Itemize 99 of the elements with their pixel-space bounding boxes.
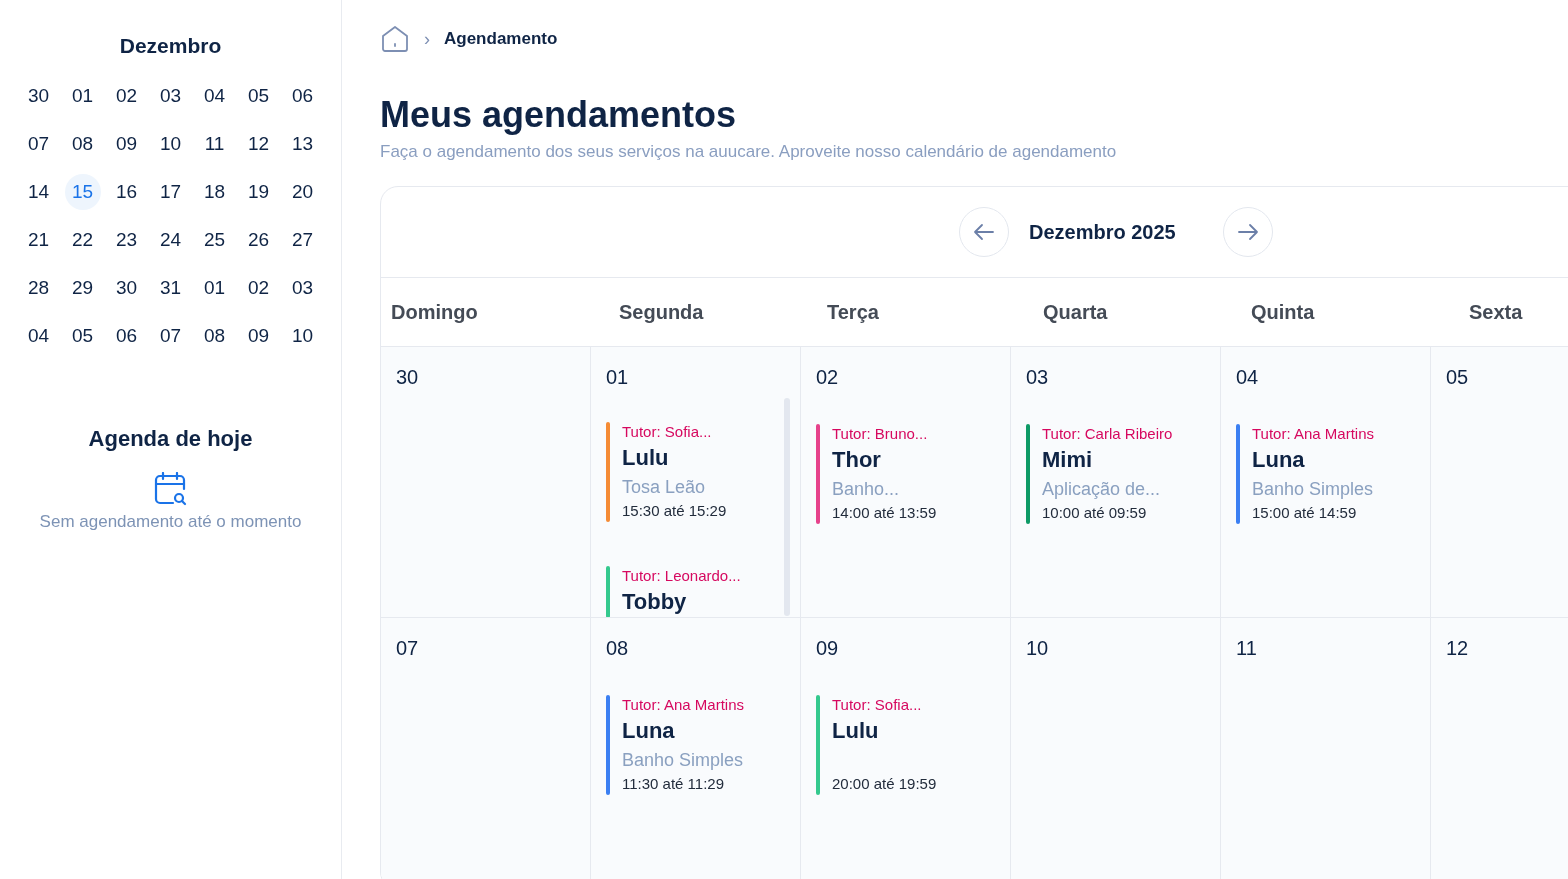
day-number: 11 bbox=[1236, 636, 1258, 660]
page-subtitle: Faça o agendamento dos seus serviços na auucare. Aproveite nosso calendário de agendamento bbox=[380, 142, 1118, 162]
calendar-day[interactable]: 28 bbox=[20, 270, 57, 306]
tutor-name: Tutor: Sofia... bbox=[622, 422, 713, 442]
day-number: 07 bbox=[396, 636, 420, 660]
calendar-day[interactable]: 07 bbox=[152, 318, 189, 354]
page-title: Meus agendamentos bbox=[380, 94, 738, 136]
calendar-day[interactable]: 04 bbox=[20, 318, 57, 354]
day-number: 01 bbox=[606, 365, 630, 389]
service-name: Banho Simples bbox=[1252, 478, 1374, 501]
weekday-header: Terça bbox=[826, 299, 880, 325]
pet-name: Luna bbox=[1252, 446, 1306, 474]
day-number: 03 bbox=[1026, 365, 1050, 389]
arrow-left-icon bbox=[973, 223, 995, 241]
tutor-name: Tutor: Carla Ribeiro bbox=[1042, 424, 1173, 444]
calendar-day[interactable]: 27 bbox=[284, 222, 321, 258]
previous-month-button[interactable] bbox=[959, 207, 1009, 257]
calendar-day[interactable]: 17 bbox=[152, 174, 189, 210]
service-name: Aplicação de... bbox=[1042, 478, 1162, 501]
calendar-day[interactable]: 30 bbox=[108, 270, 145, 306]
calendar-day[interactable]: 16 bbox=[108, 174, 145, 210]
calendar-day[interactable]: 04 bbox=[196, 78, 233, 114]
calendar-search-icon bbox=[152, 472, 189, 506]
weekday-header: Sexta bbox=[1468, 299, 1524, 325]
service-name: Banho... bbox=[832, 478, 901, 501]
calendar-day[interactable]: 12 bbox=[240, 126, 277, 162]
calendar-day[interactable]: 03 bbox=[284, 270, 321, 306]
calendar-day[interactable]: 20 bbox=[284, 174, 321, 210]
weekday-header: Quarta bbox=[1042, 299, 1109, 325]
day-number: 08 bbox=[606, 636, 630, 660]
calendar-day[interactable]: 22 bbox=[64, 222, 101, 258]
breadcrumb-item[interactable]: Agendamento bbox=[444, 29, 558, 49]
calendar-day[interactable]: 31 bbox=[152, 270, 189, 306]
home-icon[interactable] bbox=[380, 25, 410, 53]
tutor-name: Tutor: Ana Martins bbox=[1252, 424, 1374, 444]
calendar-day[interactable]: 05 bbox=[240, 78, 277, 114]
pet-name: Lulu bbox=[622, 444, 670, 472]
day-number: 09 bbox=[816, 636, 840, 660]
month-title: Dezembro bbox=[119, 34, 222, 58]
calendar-day[interactable]: 06 bbox=[284, 78, 321, 114]
weekday-header: Domingo bbox=[390, 299, 479, 325]
calendar-day[interactable]: 08 bbox=[64, 126, 101, 162]
weekday-header: Quinta bbox=[1250, 299, 1316, 325]
calendar-day[interactable]: 18 bbox=[196, 174, 233, 210]
time-range: 15:00 até 14:59 bbox=[1252, 503, 1358, 523]
tutor-name: Tutor: Sofia... bbox=[832, 695, 923, 715]
day-number: 02 bbox=[816, 365, 840, 389]
calendar-day[interactable]: 24 bbox=[152, 222, 189, 258]
service-name: Tosa Leão bbox=[622, 476, 707, 499]
calendar-day[interactable]: 07 bbox=[20, 126, 57, 162]
pet-name: Thor bbox=[832, 446, 882, 474]
next-month-button[interactable] bbox=[1223, 207, 1273, 257]
time-range: 20:00 até 19:59 bbox=[832, 774, 937, 794]
day-number: 30 bbox=[396, 365, 420, 389]
calendar-day[interactable]: 08 bbox=[196, 318, 233, 354]
calendar-day[interactable]: 10 bbox=[152, 126, 189, 162]
empty-message: Sem agendamento até o momento bbox=[39, 512, 302, 532]
calendar-day[interactable]: 30 bbox=[20, 78, 57, 114]
calendar-day[interactable]: 21 bbox=[20, 222, 57, 258]
month-label: Dezembro 2025 bbox=[1029, 220, 1177, 244]
calendar-day[interactable]: 25 bbox=[196, 222, 233, 258]
calendar-day[interactable]: 01 bbox=[196, 270, 233, 306]
calendar-day[interactable]: 03 bbox=[152, 78, 189, 114]
tutor-name: Tutor: Bruno... bbox=[832, 424, 929, 444]
day-number: 12 bbox=[1446, 636, 1470, 660]
calendar-day[interactable]: 02 bbox=[240, 270, 277, 306]
weekday-header: Segunda bbox=[618, 299, 705, 325]
calendar-day[interactable]: 09 bbox=[108, 126, 145, 162]
day-number: 05 bbox=[1446, 365, 1470, 389]
pet-name: Mimi bbox=[1042, 446, 1094, 474]
breadcrumb-separator: › bbox=[424, 28, 430, 50]
calendar-day[interactable]: 01 bbox=[64, 78, 101, 114]
day-number: 10 bbox=[1026, 636, 1050, 660]
arrow-right-icon bbox=[1237, 223, 1259, 241]
tutor-name: Tutor: Leonardo... bbox=[622, 566, 741, 586]
time-range: 11:30 até 11:29 bbox=[622, 774, 726, 794]
pet-name: Tobby bbox=[622, 588, 688, 616]
calendar-day[interactable]: 09 bbox=[240, 318, 277, 354]
calendar-day[interactable]: 15 bbox=[64, 174, 101, 210]
calendar-day[interactable]: 10 bbox=[284, 318, 321, 354]
calendar-day[interactable]: 26 bbox=[240, 222, 277, 258]
pet-name: Luna bbox=[622, 717, 676, 745]
time-range: 15:30 até 15:29 bbox=[622, 501, 727, 521]
calendar-day[interactable]: 19 bbox=[240, 174, 277, 210]
time-range: 14:00 até 13:59 bbox=[832, 503, 937, 523]
calendar-day[interactable]: 13 bbox=[284, 126, 321, 162]
calendar-day[interactable]: 29 bbox=[64, 270, 101, 306]
pet-name: Lulu bbox=[832, 717, 880, 745]
calendar-day[interactable]: 02 bbox=[108, 78, 145, 114]
time-range: 10:00 até 09:59 bbox=[1042, 503, 1148, 523]
day-number: 04 bbox=[1236, 365, 1260, 389]
calendar-day[interactable]: 11 bbox=[196, 126, 233, 162]
calendar-day[interactable]: 05 bbox=[64, 318, 101, 354]
calendar-day[interactable]: 06 bbox=[108, 318, 145, 354]
agenda-title: Agenda de hoje bbox=[88, 426, 253, 452]
tutor-name: Tutor: Ana Martins bbox=[622, 695, 744, 715]
calendar-day[interactable]: 14 bbox=[20, 174, 57, 210]
calendar-day[interactable]: 23 bbox=[108, 222, 145, 258]
service-name: Banho Simples bbox=[622, 749, 744, 772]
